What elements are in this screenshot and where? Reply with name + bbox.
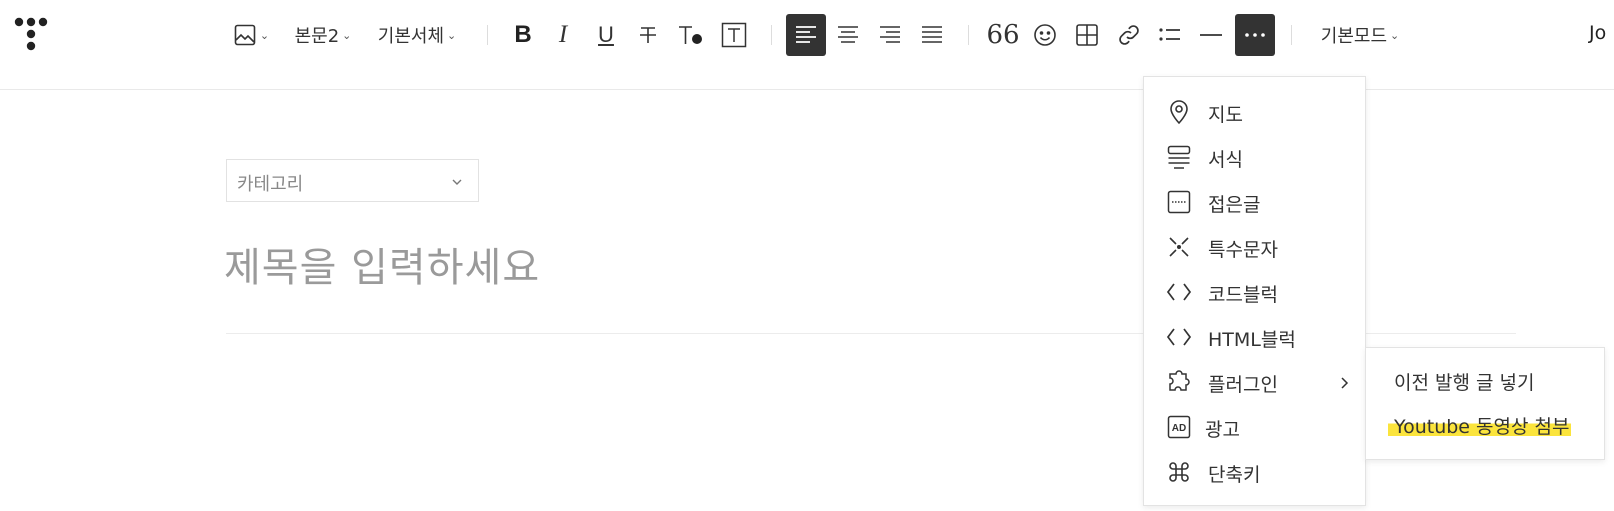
more-dots-icon bbox=[1243, 24, 1267, 46]
category-select[interactable]: 카테고리 bbox=[226, 159, 479, 202]
chevron-right-icon bbox=[1339, 375, 1351, 394]
align-right-button[interactable] bbox=[871, 14, 909, 56]
align-center-icon bbox=[836, 24, 860, 46]
text-style-label: 본문2 bbox=[294, 26, 340, 47]
quote-button[interactable]: 66 bbox=[986, 14, 1020, 56]
text-color-button[interactable] bbox=[673, 14, 709, 56]
smiley-icon bbox=[1033, 23, 1057, 47]
image-insert-button[interactable]: ⌄ bbox=[230, 14, 272, 56]
toolbar-divider bbox=[968, 25, 969, 45]
folded-text-icon bbox=[1166, 189, 1192, 215]
italic-button[interactable]: I bbox=[546, 14, 580, 56]
toolbar-divider bbox=[1291, 25, 1292, 45]
chevron-down-icon: ⌄ bbox=[342, 28, 352, 42]
quote-icon: 66 bbox=[986, 20, 1020, 50]
text-background-button[interactable] bbox=[717, 14, 751, 56]
submenu-item-previous-post[interactable]: 이전 발행 글 넣기 bbox=[1394, 368, 1534, 395]
font-family-dropdown[interactable]: 기본서체 ⌄ bbox=[372, 14, 462, 56]
menu-item-label: 단축키 bbox=[1208, 464, 1261, 486]
editor-mode-label: 기본모드 bbox=[1320, 26, 1388, 47]
align-justify-button[interactable] bbox=[913, 14, 951, 56]
chevron-down-icon: ⌄ bbox=[1390, 28, 1400, 42]
bold-button[interactable]: B bbox=[506, 14, 540, 56]
horizontal-rule-button[interactable] bbox=[1194, 14, 1228, 56]
menu-item-code-block[interactable]: 코드블럭 bbox=[1144, 271, 1365, 311]
menu-item-label: 접은글 bbox=[1208, 194, 1261, 216]
chevron-down-icon: ⌄ bbox=[447, 28, 457, 42]
editor-toolbar: ⌄ 본문2 ⌄ 기본서체 ⌄ B I U 66 기본모드 ⌄ Jo bbox=[0, 0, 1614, 90]
template-icon bbox=[1166, 144, 1192, 170]
menu-item-special-char[interactable]: 특수문자 bbox=[1144, 226, 1365, 266]
submenu-item-youtube[interactable]: Youtube 동영상 첨부 bbox=[1388, 412, 1572, 439]
chevron-down-icon: ⌄ bbox=[259, 28, 270, 42]
align-left-button[interactable] bbox=[786, 14, 826, 56]
menu-item-label: 플러그인 bbox=[1208, 374, 1278, 396]
menu-item-map[interactable]: 지도 bbox=[1144, 91, 1365, 131]
italic-icon: I bbox=[558, 21, 568, 48]
menu-item-label: 코드블럭 bbox=[1208, 284, 1278, 306]
html-code-icon bbox=[1166, 324, 1192, 350]
table-button[interactable] bbox=[1070, 14, 1104, 56]
underline-button[interactable]: U bbox=[589, 14, 623, 56]
more-menu: 지도 서식 접은글 특수문자 코드블럭 HTML블럭 플러그인 AD 광고 단축… bbox=[1143, 76, 1366, 506]
menu-item-label: 지도 bbox=[1208, 104, 1243, 126]
link-button[interactable] bbox=[1112, 14, 1146, 56]
list-button[interactable] bbox=[1153, 14, 1187, 56]
align-left-icon bbox=[794, 24, 818, 46]
strikethrough-icon bbox=[637, 24, 659, 46]
plugin-icon bbox=[1166, 369, 1192, 395]
menu-item-shortcut[interactable]: 단축키 bbox=[1144, 451, 1365, 491]
code-icon bbox=[1166, 279, 1192, 305]
toolbar-divider bbox=[771, 25, 772, 45]
emoticon-button[interactable] bbox=[1028, 14, 1062, 56]
category-placeholder: 카테고리 bbox=[237, 174, 304, 195]
menu-item-ad[interactable]: AD 광고 bbox=[1144, 406, 1365, 446]
editor-mode-dropdown[interactable]: 기본모드 ⌄ bbox=[1316, 14, 1404, 56]
horizontal-line-icon bbox=[1199, 24, 1223, 46]
table-icon bbox=[1075, 23, 1099, 47]
menu-item-html-block[interactable]: HTML블럭 bbox=[1144, 316, 1365, 356]
ad-icon: AD bbox=[1166, 414, 1192, 440]
underline-icon: U bbox=[598, 22, 614, 47]
more-button[interactable] bbox=[1235, 14, 1275, 56]
text-color-icon bbox=[677, 23, 705, 47]
menu-item-label: 특수문자 bbox=[1208, 239, 1278, 261]
submenu-item-label: Youtube 동영상 첨부 bbox=[1388, 416, 1572, 438]
menu-item-label: HTML블럭 bbox=[1208, 329, 1296, 351]
text-style-dropdown[interactable]: 본문2 ⌄ bbox=[290, 14, 356, 56]
menu-item-folded-text[interactable]: 접은글 bbox=[1144, 181, 1365, 221]
link-icon bbox=[1117, 23, 1141, 47]
font-family-label: 기본서체 bbox=[377, 26, 445, 47]
toolbar-divider bbox=[487, 25, 488, 45]
svg-text:AD: AD bbox=[1172, 423, 1186, 434]
plugin-submenu: 이전 발행 글 넣기 Youtube 동영상 첨부 bbox=[1365, 347, 1605, 460]
text-background-icon bbox=[721, 22, 747, 48]
list-icon bbox=[1158, 24, 1182, 46]
map-pin-icon bbox=[1166, 99, 1192, 125]
tistory-logo[interactable] bbox=[12, 17, 52, 57]
menu-item-plugin[interactable]: 플러그인 bbox=[1144, 361, 1365, 401]
menu-item-label: 서식 bbox=[1208, 149, 1243, 171]
user-name[interactable]: Jo bbox=[1589, 22, 1606, 44]
menu-item-template[interactable]: 서식 bbox=[1144, 136, 1365, 176]
special-char-icon bbox=[1166, 234, 1192, 260]
bold-icon: B bbox=[514, 21, 532, 48]
align-center-button[interactable] bbox=[829, 14, 867, 56]
align-right-icon bbox=[878, 24, 902, 46]
strikethrough-button[interactable] bbox=[631, 14, 665, 56]
image-icon bbox=[233, 23, 257, 47]
title-input[interactable]: 제목을 입력하세요 bbox=[224, 235, 540, 293]
chevron-down-icon bbox=[450, 174, 464, 193]
command-icon bbox=[1166, 459, 1192, 485]
align-justify-icon bbox=[920, 24, 944, 46]
menu-item-label: 광고 bbox=[1205, 419, 1240, 441]
